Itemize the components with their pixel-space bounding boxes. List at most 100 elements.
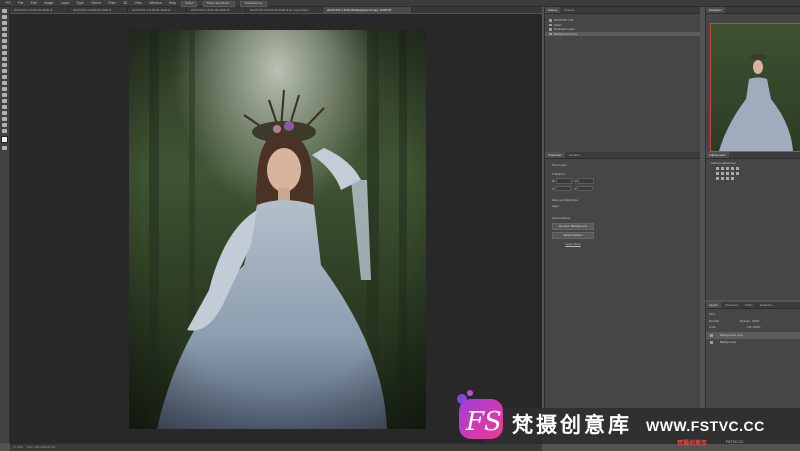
marquee-tool-icon[interactable] bbox=[2, 15, 7, 19]
align-label: Align: bbox=[552, 204, 560, 209]
dodge-tool-icon[interactable] bbox=[2, 87, 7, 91]
remove-background-button[interactable]: Remove Background bbox=[552, 223, 594, 231]
status-doc-size: Doc: 122.1M/244.1M bbox=[27, 445, 56, 449]
opacity-field[interactable]: Opacity: 100% bbox=[740, 319, 760, 323]
type-tool-icon[interactable] bbox=[2, 99, 7, 103]
watermark-brand-text: 梵摄创意库 bbox=[512, 413, 632, 437]
gradient-tool-icon[interactable] bbox=[2, 75, 7, 79]
document-tab-active[interactable]: 20170707-7-8-55-35-Background copy, RGB/… bbox=[323, 7, 412, 13]
layer-row-selected[interactable]: Background copy bbox=[706, 332, 800, 339]
document-tabs: 20170707-1-8-55-35-4000.tif 20170707-2-8… bbox=[10, 7, 542, 13]
add-adjustment-label: Add an adjustment bbox=[711, 161, 737, 165]
quick-mask-icon[interactable] bbox=[2, 146, 7, 150]
select-subject-button[interactable]: Select Subject bbox=[552, 232, 594, 240]
foreground-color-swatch[interactable] bbox=[1, 136, 8, 143]
menu-view[interactable]: View bbox=[135, 1, 143, 5]
status-zoom[interactable]: 17.42% bbox=[13, 445, 23, 449]
tab-paths[interactable]: Paths bbox=[742, 302, 756, 308]
blend-mode-select[interactable]: Normal bbox=[709, 319, 719, 323]
adjustment-icons[interactable] bbox=[716, 167, 746, 181]
blur-tool-icon[interactable] bbox=[2, 81, 7, 85]
document-tab[interactable]: 20170707-1-8-55-35-4000.tif bbox=[10, 7, 69, 13]
transparency-button[interactable]: Transparency bbox=[240, 1, 267, 7]
path-select-tool-icon[interactable] bbox=[2, 105, 7, 109]
pen-tool-icon[interactable] bbox=[2, 93, 7, 97]
crop-tool-icon[interactable] bbox=[2, 33, 7, 37]
tab-history[interactable]: History bbox=[545, 7, 561, 13]
history-brush-tool-icon[interactable] bbox=[2, 63, 7, 67]
clone-stamp-tool-icon[interactable] bbox=[2, 57, 7, 61]
corner-watermark-url: FSTVC.CC bbox=[726, 440, 744, 444]
learn-more-link[interactable]: Learn More bbox=[565, 242, 580, 246]
eraser-tool-icon[interactable] bbox=[2, 69, 7, 73]
height-field[interactable] bbox=[578, 178, 595, 184]
x-field[interactable] bbox=[555, 185, 572, 192]
snapshot-thumbnail-icon bbox=[549, 19, 552, 22]
layer-row[interactable]: Background bbox=[706, 339, 800, 346]
y-field[interactable] bbox=[577, 185, 594, 192]
document-tab[interactable]: 20170707-3-8-55-35-4000.tif bbox=[128, 7, 187, 13]
hand-tool-icon[interactable] bbox=[2, 117, 7, 121]
menu-help[interactable]: Help bbox=[169, 1, 176, 5]
menu-3d[interactable]: 3D bbox=[123, 1, 127, 5]
history-state-icon bbox=[549, 23, 552, 26]
tab-navigator[interactable]: Navigator bbox=[706, 7, 725, 13]
lasso-tool-icon[interactable] bbox=[2, 21, 7, 25]
properties-panel-tabs: Properties Libraries bbox=[545, 152, 700, 159]
tab-actions[interactable]: Actions bbox=[561, 7, 577, 13]
brand-logo-icon: FS bbox=[456, 389, 506, 441]
navigator-preview[interactable] bbox=[710, 23, 800, 152]
history-item-selected[interactable]: Background copy bbox=[545, 31, 700, 36]
quick-actions-title: Quick Actions bbox=[552, 216, 571, 221]
tab-channels[interactable]: Channels bbox=[722, 302, 741, 308]
document-photo[interactable] bbox=[129, 30, 426, 429]
brush-tool-icon[interactable] bbox=[2, 51, 7, 55]
options-select-button[interactable]: Select bbox=[181, 1, 198, 7]
document-tab[interactable]: 20170707-5-8-55-35-4000.tif @ Layer Mask bbox=[246, 7, 323, 13]
layer-name: Background copy bbox=[720, 333, 744, 337]
tab-libraries[interactable]: Libraries bbox=[566, 152, 584, 158]
menu-select[interactable]: Select bbox=[91, 1, 101, 5]
tab-adjustments[interactable]: Adjustments bbox=[706, 152, 729, 158]
document-tab[interactable]: 20170707-2-8-55-35-4000.tif bbox=[69, 7, 128, 13]
menu-image[interactable]: Image bbox=[44, 1, 54, 5]
navigator-thumbnail bbox=[719, 54, 793, 151]
width-field[interactable] bbox=[555, 178, 572, 184]
visibility-eye-icon[interactable] bbox=[710, 341, 713, 344]
layer-filter-kind[interactable]: Kind bbox=[709, 312, 715, 316]
fill-field[interactable]: Fill: 100% bbox=[747, 325, 760, 329]
menu-type[interactable]: Type bbox=[76, 1, 84, 5]
history-item-label: 20170707-4.tif bbox=[554, 18, 574, 22]
menu-layer[interactable]: Layer bbox=[61, 1, 70, 5]
history-item-label: Open bbox=[554, 22, 562, 27]
eyedropper-tool-icon[interactable] bbox=[2, 39, 7, 43]
document-tab[interactable]: 20170707-4-8-55-35-4000.tif bbox=[187, 7, 246, 13]
menu-file[interactable]: File bbox=[18, 1, 24, 5]
svg-text:FS: FS bbox=[465, 407, 502, 437]
adjustments-panel: Adjustments Add an adjustment bbox=[705, 152, 800, 300]
layer-name: Background bbox=[720, 340, 737, 344]
menu-window[interactable]: Window bbox=[149, 1, 161, 5]
move-tool-icon[interactable] bbox=[2, 9, 7, 13]
select-and-mask-button[interactable]: Select and Mask... bbox=[202, 1, 236, 7]
layers-panel-tabs: Layers Channels Paths Swatches bbox=[706, 302, 800, 309]
menu-ps[interactable]: PS bbox=[6, 1, 11, 5]
zoom-tool-icon[interactable] bbox=[2, 123, 7, 127]
tab-layers[interactable]: Layers bbox=[706, 302, 722, 308]
healing-brush-tool-icon[interactable] bbox=[2, 45, 7, 49]
navigator-panel-tabs: Navigator bbox=[706, 7, 800, 14]
menu-filter[interactable]: Filter bbox=[108, 1, 116, 5]
transform-section-title: Transform bbox=[552, 172, 566, 176]
edit-toolbar-icon[interactable] bbox=[2, 129, 7, 133]
tab-properties[interactable]: Properties bbox=[545, 152, 565, 158]
history-panel-tabs: History Actions bbox=[545, 7, 700, 14]
tab-swatches[interactable]: Swatches bbox=[757, 302, 776, 308]
corner-watermark: 梵摄创意库 bbox=[677, 441, 708, 447]
navigator-panel: Navigator bbox=[705, 7, 800, 155]
quick-select-tool-icon[interactable] bbox=[2, 27, 7, 31]
visibility-eye-icon[interactable] bbox=[710, 334, 713, 337]
menu-edit[interactable]: Edit bbox=[31, 1, 37, 5]
shape-tool-icon[interactable] bbox=[2, 111, 7, 115]
y-label: Y bbox=[574, 186, 577, 191]
lock-label: Lock: bbox=[709, 325, 717, 329]
